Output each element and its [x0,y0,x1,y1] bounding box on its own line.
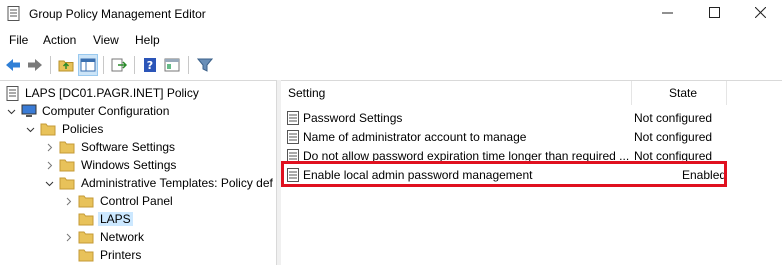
show-hide-console-tree-button[interactable] [78,54,98,76]
back-button[interactable] [3,54,23,76]
setting-name: Password Settings [303,110,403,125]
folder-icon [78,249,94,261]
tree-item-printers[interactable]: Printers [78,246,141,264]
toolbar: ? [0,51,782,79]
tree-item-label: Administrative Templates: Policy def [81,176,273,190]
close-icon [754,6,766,19]
minimize-icon [661,12,673,14]
tree-item-label: Windows Settings [81,158,177,172]
folder-up-icon [58,60,74,72]
folder-icon [78,231,94,243]
tree-item-label: Software Settings [81,140,176,154]
folder-icon [78,213,94,225]
toolbar-separator [103,56,104,74]
tree-item-laps[interactable]: LAPS [78,210,133,228]
help-icon: ? [144,58,156,72]
folder-icon [78,195,94,207]
toolbar-separator [134,56,135,74]
tree-item-software-settings[interactable]: Software Settings [44,138,175,156]
toolbar-separator [50,56,51,74]
toolbar-separator [188,56,189,74]
column-header-setting[interactable]: Setting [281,81,632,105]
column-header-label: Setting [288,86,326,100]
column-header-label: State [668,86,698,100]
tree-item-control-panel[interactable]: Control Panel [63,192,173,210]
tree-item-computer-configuration[interactable]: Computer Configuration [6,102,169,120]
menu-file[interactable]: File [9,33,28,47]
close-button[interactable] [737,0,782,28]
forward-arrow-icon [28,59,42,71]
properties-button[interactable] [162,54,182,76]
maximize-icon [708,7,720,18]
menu-bar: File Action View Help [0,29,782,51]
properties-icon [164,58,180,72]
up-one-level-button[interactable] [56,54,76,76]
tree-item-windows-settings[interactable]: Windows Settings [44,156,176,174]
tree-item-label: LAPS [DC01.PAGR.INET] Policy [25,86,199,100]
folder-icon [40,123,56,135]
maximize-button[interactable] [691,0,737,28]
minimize-button[interactable] [644,0,690,28]
export-list-button[interactable] [109,54,129,76]
export-list-icon [111,58,127,72]
setting-state: Not configured [634,110,713,125]
window-title: Group Policy Management Editor [29,7,206,21]
computer-icon [21,104,37,117]
chevron-right-icon[interactable] [44,160,54,170]
chevron-right-icon[interactable] [63,196,73,206]
folder-icon [59,177,75,189]
list-item[interactable]: Password Settings Not configured [281,108,731,127]
help-button[interactable]: ? [140,54,160,76]
tree-item-administrative-templates[interactable]: Administrative Templates: Policy def [44,174,273,192]
chevron-right-icon[interactable] [63,232,73,242]
title-bar: Group Policy Management Editor [0,0,782,28]
forward-button[interactable] [25,54,45,76]
menu-action[interactable]: Action [43,33,76,47]
setting-name: Name of administrator account to manage [303,129,527,144]
highlight-box [281,161,727,187]
policy-document-icon [6,85,19,101]
list-item[interactable]: Name of administrator account to manage … [281,127,731,146]
tree-item-label: Computer Configuration [42,104,170,118]
setting-state: Not configured [634,129,713,144]
tree-item-label: LAPS [98,212,133,226]
folder-icon [59,159,75,171]
chevron-down-icon[interactable] [6,106,16,116]
menu-view[interactable]: View [93,33,119,47]
chevron-down-icon[interactable] [25,124,35,134]
gpo-editor-icon [7,6,20,21]
menu-help[interactable]: Help [135,33,160,47]
tree-item-policies[interactable]: Policies [25,120,103,138]
back-arrow-icon [6,59,20,71]
policy-setting-icon [287,110,299,125]
folder-icon [59,141,75,153]
svg-text:?: ? [147,59,153,72]
policy-setting-icon [287,129,299,144]
tree-item-gpo-root[interactable]: LAPS [DC01.PAGR.INET] Policy [6,84,199,102]
console-tree-icon [80,58,96,72]
console-tree: LAPS [DC01.PAGR.INET] Policy Computer Co… [0,80,276,266]
chevron-right-icon[interactable] [44,142,54,152]
tree-item-label: Control Panel [100,194,173,208]
tree-item-label: Network [100,230,145,244]
filter-icon [197,58,213,72]
chevron-down-icon[interactable] [44,178,54,188]
filter-button[interactable] [195,54,215,76]
tree-item-label: Printers [100,248,142,262]
tree-item-label: Policies [62,122,104,136]
tree-item-network[interactable]: Network [63,228,144,246]
column-header-state[interactable]: State [632,81,727,105]
